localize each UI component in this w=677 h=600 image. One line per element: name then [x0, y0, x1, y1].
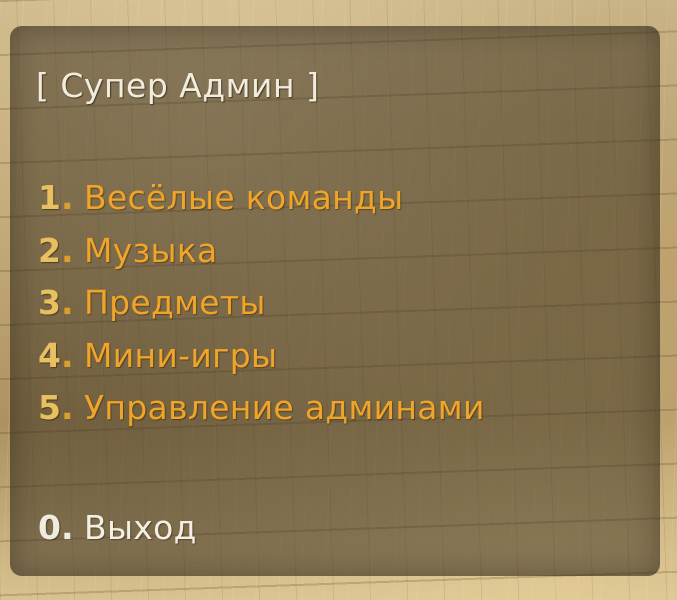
menu-title: [ Супер Админ ]: [36, 66, 319, 105]
menu-item-number: 2: [38, 230, 61, 270]
menu-item-exit[interactable]: 0. Выход: [38, 502, 197, 554]
menu-item-items[interactable]: 3. Предметы: [38, 277, 485, 330]
menu-item-mini-games[interactable]: 4. Мини-игры: [38, 330, 485, 383]
menu-item-label: Музыка: [84, 230, 218, 270]
menu-item-dot: .: [60, 178, 74, 217]
title-close-bracket: ]: [306, 66, 320, 105]
menu-item-dot: .: [60, 388, 74, 427]
title-open-bracket: [: [36, 66, 50, 105]
exit-dot: .: [60, 508, 74, 547]
menu-item-fun-commands[interactable]: 1. Весёлые команды: [38, 172, 485, 225]
menu-item-label: Мини-игры: [84, 335, 278, 375]
menu-item-label: Управление админами: [84, 388, 485, 427]
menu-item-admin-management[interactable]: 5. Управление админами: [38, 382, 485, 435]
menu-item-dot: .: [60, 283, 74, 322]
menu-item-number: 3: [38, 283, 61, 322]
title-text: Супер Админ: [60, 66, 296, 105]
menu-item-number: 1: [38, 178, 61, 217]
menu-list: 1. Весёлые команды 2. Музыка 3. Предметы…: [38, 172, 485, 435]
menu-item-number: 4: [38, 335, 61, 375]
menu-item-number: 5: [38, 388, 61, 427]
menu-item-dot: .: [60, 230, 74, 270]
menu-item-label: Предметы: [84, 283, 266, 322]
exit-number: 0: [38, 508, 61, 547]
menu-item-music[interactable]: 2. Музыка: [38, 225, 485, 278]
exit-label: Выход: [84, 508, 197, 547]
menu-item-label: Весёлые команды: [84, 178, 404, 217]
menu-item-dot: .: [60, 335, 74, 375]
